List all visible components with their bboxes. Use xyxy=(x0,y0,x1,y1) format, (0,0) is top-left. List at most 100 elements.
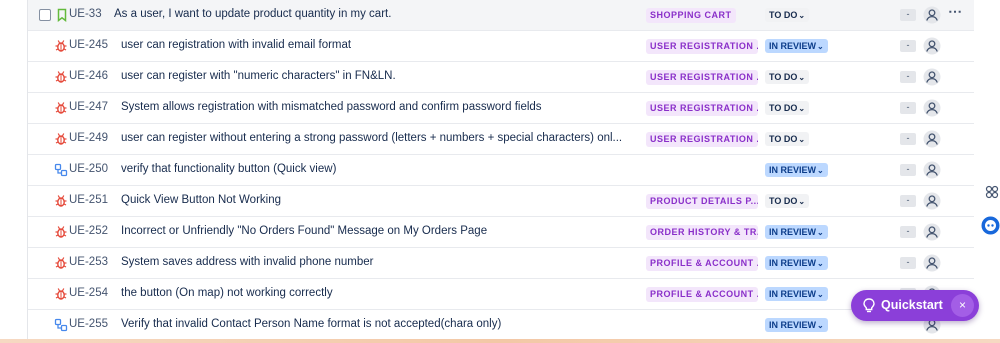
issue-row[interactable]: UE-247 System allows registration with mi… xyxy=(28,93,974,124)
quickstart-close-button[interactable]: × xyxy=(951,294,974,317)
epic-label[interactable]: PROFILE & ACCOUNT ... xyxy=(646,256,758,271)
user-avatar-icon[interactable] xyxy=(923,68,941,86)
estimate-field[interactable]: - xyxy=(900,257,916,269)
issue-key[interactable]: UE-250 xyxy=(69,163,108,175)
issue-summary[interactable]: user can registration with invalid email… xyxy=(121,39,351,51)
user-avatar-icon[interactable] xyxy=(923,161,941,179)
user-avatar-icon[interactable] xyxy=(923,99,941,117)
issue-row[interactable]: UE-249 user can register without entering… xyxy=(28,124,974,155)
issue-row[interactable]: UE-253 System saves address with invalid … xyxy=(28,248,974,279)
issue-summary[interactable]: Quick View Button Not Working xyxy=(121,194,281,206)
epic-label[interactable]: USER REGISTRATION ... xyxy=(646,132,758,147)
epic-label[interactable]: USER REGISTRATION ... xyxy=(646,101,758,116)
issue-summary[interactable]: As a user, I want to update product quan… xyxy=(114,8,391,20)
user-avatar-icon[interactable] xyxy=(923,130,941,148)
issue-key[interactable]: UE-255 xyxy=(69,318,108,330)
estimate-field[interactable]: - xyxy=(900,133,916,145)
bottom-strip xyxy=(0,339,1000,343)
subtask-icon xyxy=(54,163,68,177)
user-avatar-icon[interactable] xyxy=(923,37,941,55)
status-text: IN REVIEW xyxy=(769,41,817,51)
chevron-down-icon: ⌄ xyxy=(798,104,806,113)
chevron-down-icon: ⌄ xyxy=(817,321,824,330)
chevron-down-icon: ⌄ xyxy=(817,166,824,175)
status-text: IN REVIEW xyxy=(769,227,817,237)
status-dropdown[interactable]: TO DO⌄ xyxy=(765,8,810,22)
status-dropdown[interactable]: IN REVIEW⌄ xyxy=(765,256,828,270)
issue-summary[interactable]: Verify that invalid Contact Person Name … xyxy=(121,318,501,330)
user-avatar-icon[interactable] xyxy=(923,254,941,272)
issue-row[interactable]: UE-252 Incorrect or Unfriendly "No Orders… xyxy=(28,217,974,248)
status-text: IN REVIEW xyxy=(769,165,817,175)
issue-key[interactable]: UE-253 xyxy=(69,256,108,268)
issue-row[interactable]: UE-246 user can register with "numeric ch… xyxy=(28,62,974,93)
issue-list: UE-33 As a user, I want to update product… xyxy=(28,0,974,341)
left-gutter xyxy=(0,0,28,343)
user-avatar-icon[interactable] xyxy=(923,223,941,241)
status-dropdown[interactable]: IN REVIEW⌄ xyxy=(765,163,828,177)
quickstart-button[interactable]: Quickstart × xyxy=(851,290,979,321)
subtask-icon xyxy=(54,318,68,332)
apps-icon[interactable] xyxy=(985,185,999,199)
status-dropdown[interactable]: TO DO⌄ xyxy=(765,101,810,115)
estimate-field[interactable]: - xyxy=(900,9,916,21)
bug-icon xyxy=(54,256,68,270)
row-checkbox[interactable] xyxy=(39,9,51,21)
issue-summary[interactable]: verify that functionality button (Quick … xyxy=(121,163,336,175)
status-dropdown[interactable]: IN REVIEW⌄ xyxy=(765,287,828,301)
estimate-field[interactable]: - xyxy=(900,40,916,52)
lightbulb-icon xyxy=(863,298,875,313)
issue-row[interactable]: UE-245 user can registration with invalid… xyxy=(28,31,974,62)
user-avatar-icon[interactable] xyxy=(923,192,941,210)
chevron-down-icon: ⌄ xyxy=(817,42,824,51)
status-dropdown[interactable]: TO DO⌄ xyxy=(765,132,810,146)
estimate-field[interactable]: - xyxy=(900,71,916,83)
status-text: TO DO xyxy=(769,10,798,20)
issue-key[interactable]: UE-252 xyxy=(69,225,108,237)
issue-key[interactable]: UE-245 xyxy=(69,39,108,51)
epic-label[interactable]: PRODUCT DETAILS P... xyxy=(646,194,758,209)
epic-label[interactable]: USER REGISTRATION ... xyxy=(646,39,758,54)
issue-row[interactable]: UE-255 Verify that invalid Contact Person… xyxy=(28,310,974,341)
issue-row[interactable]: UE-33 As a user, I want to update product… xyxy=(28,0,974,31)
chevron-down-icon: ⌄ xyxy=(817,259,824,268)
epic-label[interactable]: SHOPPING CART xyxy=(646,8,736,23)
issue-key[interactable]: UE-247 xyxy=(69,101,108,113)
estimate-field[interactable]: - xyxy=(900,164,916,176)
chevron-down-icon: ⌄ xyxy=(817,228,824,237)
status-dropdown[interactable]: IN REVIEW⌄ xyxy=(765,318,828,332)
issue-summary[interactable]: user can register with "numeric characte… xyxy=(121,70,396,82)
status-text: IN REVIEW xyxy=(769,258,817,268)
issue-summary[interactable]: the button (On map) not working correctl… xyxy=(121,287,333,299)
epic-label[interactable]: ORDER HISTORY & TR... xyxy=(646,225,758,240)
issue-summary[interactable]: System saves address with invalid phone … xyxy=(121,256,374,268)
issue-key[interactable]: UE-33 xyxy=(69,8,102,20)
user-avatar-icon[interactable] xyxy=(923,6,941,24)
bug-icon xyxy=(54,225,68,239)
more-icon[interactable]: ⋯ xyxy=(948,3,963,20)
estimate-field[interactable]: - xyxy=(900,102,916,114)
issue-summary[interactable]: user can register without entering a str… xyxy=(121,132,622,144)
issue-summary[interactable]: System allows registration with mismatch… xyxy=(121,101,542,113)
issue-row[interactable]: UE-250 verify that functionality button (… xyxy=(28,155,974,186)
status-text: TO DO xyxy=(769,134,798,144)
epic-label[interactable]: PROFILE & ACCOUNT ... xyxy=(646,287,758,302)
issue-row[interactable]: UE-254 the button (On map) not working co… xyxy=(28,279,974,310)
estimate-field[interactable]: - xyxy=(900,195,916,207)
epic-label[interactable]: USER REGISTRATION ... xyxy=(646,70,758,85)
bug-icon xyxy=(54,194,68,208)
status-dropdown[interactable]: IN REVIEW⌄ xyxy=(765,39,828,53)
assistant-icon[interactable] xyxy=(981,216,1000,235)
status-dropdown[interactable]: TO DO⌄ xyxy=(765,70,810,84)
issue-row[interactable]: UE-251 Quick View Button Not Working PRODU… xyxy=(28,186,974,217)
issue-summary[interactable]: Incorrect or Unfriendly "No Orders Found… xyxy=(121,225,487,237)
issue-key[interactable]: UE-249 xyxy=(69,132,108,144)
status-dropdown[interactable]: TO DO⌄ xyxy=(765,194,810,208)
issue-key[interactable]: UE-254 xyxy=(69,287,108,299)
issue-key[interactable]: UE-251 xyxy=(69,194,108,206)
status-dropdown[interactable]: IN REVIEW⌄ xyxy=(765,225,828,239)
estimate-field[interactable]: - xyxy=(900,226,916,238)
bug-icon xyxy=(54,287,68,301)
issue-key[interactable]: UE-246 xyxy=(69,70,108,82)
quickstart-label: Quickstart xyxy=(881,298,943,312)
